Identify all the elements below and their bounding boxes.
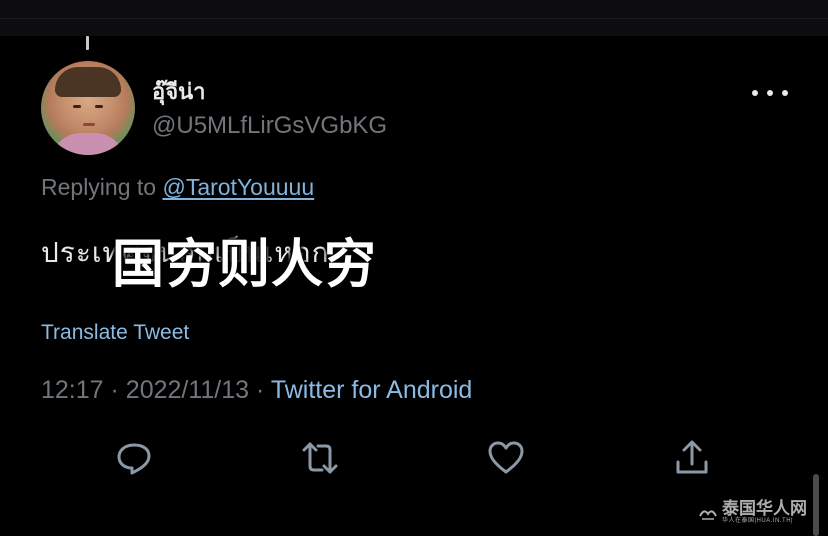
- translate-tweet-link[interactable]: Translate Tweet: [41, 321, 189, 345]
- meta-separator: ·: [110, 376, 119, 404]
- watermark-logo-icon: [699, 510, 717, 520]
- meta-separator: ·: [256, 376, 265, 404]
- avatar[interactable]: [41, 61, 135, 155]
- tweet-time: 12:17: [41, 376, 104, 404]
- reply-icon[interactable]: [114, 438, 154, 478]
- heart-icon[interactable]: [486, 438, 526, 478]
- thread-connector-line: [86, 36, 89, 50]
- tweet-metadata: 12:17 · 2022/11/13 · Twitter for Android: [41, 376, 472, 405]
- retweet-icon[interactable]: [300, 438, 340, 478]
- scrollbar-thumb[interactable]: [813, 474, 819, 536]
- share-icon[interactable]: [672, 438, 712, 478]
- tweet-source-link[interactable]: Twitter for Android: [271, 376, 472, 404]
- overlay-caption: 国穷则人穷: [112, 235, 378, 295]
- replying-to-line: Replying to @TarotYouuuu: [41, 174, 314, 201]
- user-handle[interactable]: @U5MLfLirGsVGbKG: [152, 112, 387, 140]
- watermark-subtext: 华人在泰国|HUA.IN.TH|: [722, 517, 794, 524]
- more-options-icon[interactable]: [752, 86, 788, 100]
- replying-to-mention-link[interactable]: @TarotYouuuu: [162, 174, 314, 200]
- display-name[interactable]: อุ๊จีน่า: [152, 74, 206, 109]
- tweet-action-bar: [0, 438, 828, 478]
- tweet-date: 2022/11/13: [125, 376, 250, 404]
- watermark: 泰国华人网 华人在泰国|HUA.IN.TH|: [698, 497, 807, 527]
- watermark-text: 泰国华人网: [722, 498, 807, 519]
- top-bar: [0, 0, 828, 36]
- replying-prefix: Replying to: [41, 174, 157, 200]
- divider: [0, 18, 828, 19]
